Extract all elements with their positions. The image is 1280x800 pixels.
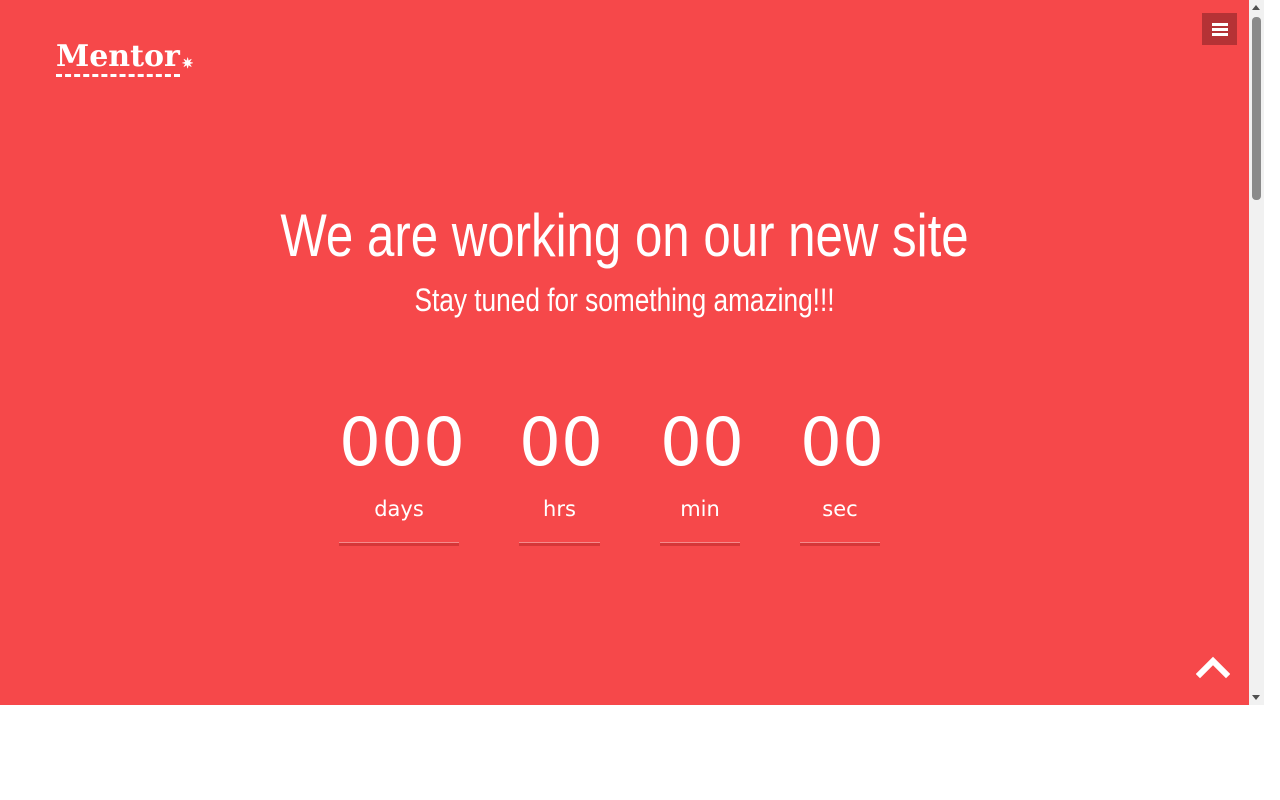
menu-button[interactable] [1202, 13, 1237, 45]
countdown-minutes-label: min [680, 497, 720, 521]
countdown-days-label: days [374, 497, 424, 521]
hero-section: Mentor ✷ We are working on our new site S… [0, 0, 1249, 705]
countdown-days-value: 000 [339, 404, 465, 481]
countdown-seconds-label: sec [822, 497, 858, 521]
countdown-hours-underline [519, 543, 600, 546]
countdown-minutes: 00 min [660, 400, 744, 546]
hamburger-icon-line [1212, 33, 1228, 36]
hamburger-icon-line [1212, 28, 1228, 31]
logo-star-icon: ✷ [181, 56, 194, 72]
countdown-hours-label: hrs [543, 497, 576, 521]
countdown-seconds-value: 00 [800, 404, 884, 481]
scrollbar[interactable] [1249, 0, 1264, 705]
scroll-down-arrow-icon[interactable] [1252, 695, 1260, 700]
hamburger-icon-line [1212, 23, 1228, 26]
scroll-up-arrow-icon[interactable] [1252, 5, 1260, 10]
countdown-minutes-underline [660, 543, 740, 546]
scroll-to-top-button[interactable] [1195, 653, 1231, 679]
countdown-days-underline [339, 543, 459, 546]
countdown-seconds-underline [800, 543, 880, 546]
page-subtitle: Stay tuned for something amazing!!! [414, 282, 835, 318]
scrollbar-thumb[interactable] [1252, 17, 1261, 200]
page-title: We are working on our new site [280, 202, 969, 269]
countdown-hours-value: 00 [519, 404, 603, 481]
logo-text: Mentor [56, 40, 180, 77]
countdown-hours: 00 hrs [519, 400, 603, 546]
countdown-minutes-value: 00 [660, 404, 744, 481]
chevron-up-icon [1195, 656, 1231, 679]
countdown-days: 000 days [339, 400, 465, 546]
countdown-seconds: 00 sec [800, 400, 884, 546]
logo[interactable]: Mentor ✷ [56, 40, 194, 81]
